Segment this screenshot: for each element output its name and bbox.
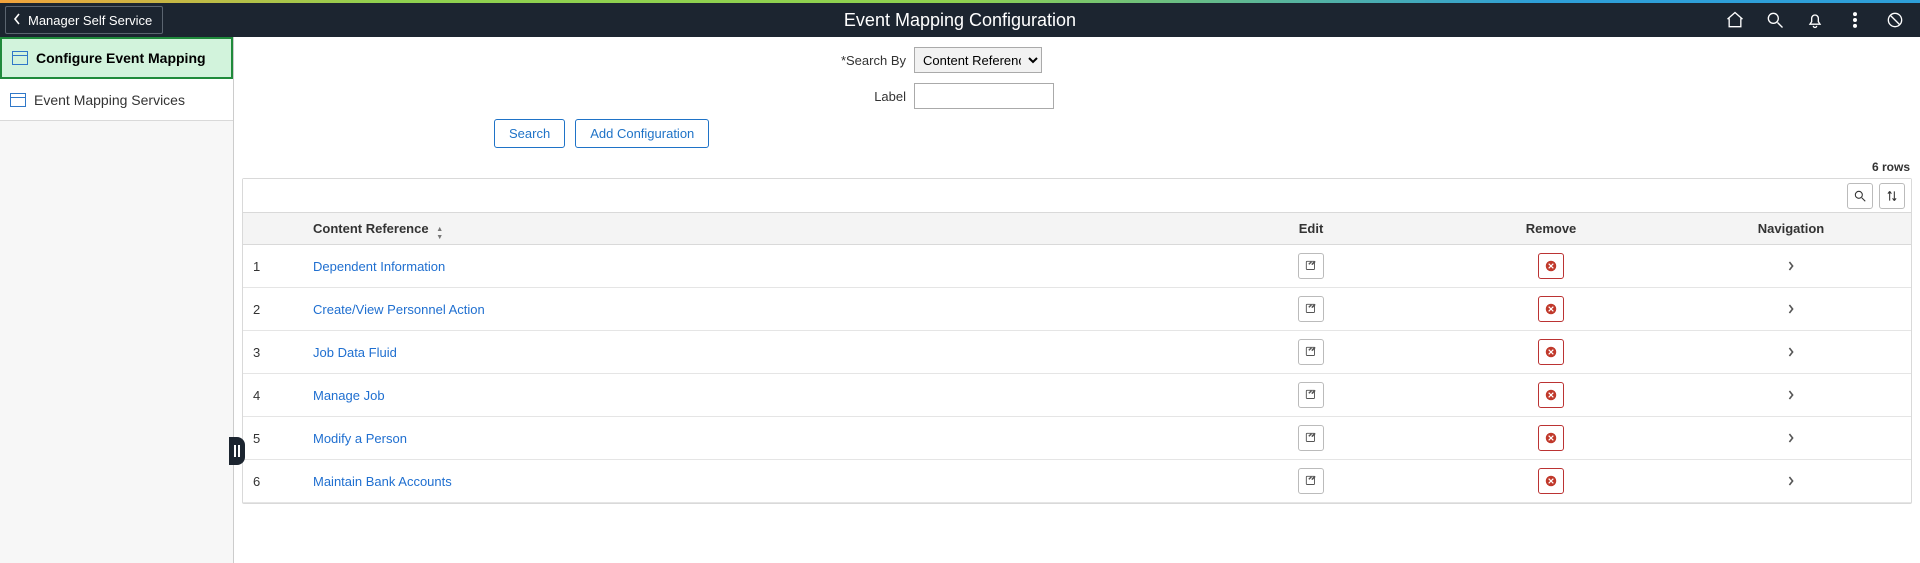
grid-toolbar [243, 179, 1911, 213]
back-button-label: Manager Self Service [28, 13, 152, 28]
header-actions [1724, 9, 1920, 31]
remove-button[interactable] [1538, 339, 1564, 365]
sidebar-item-label: Event Mapping Services [34, 92, 185, 108]
remove-button[interactable] [1538, 296, 1564, 322]
page-icon [12, 51, 28, 65]
search-by-select[interactable]: Content Reference [914, 47, 1042, 73]
search-by-label: *Search By [234, 53, 914, 68]
page-icon [10, 93, 26, 107]
edit-button[interactable] [1298, 468, 1324, 494]
edit-button[interactable] [1298, 339, 1324, 365]
sidebar-item-event-mapping-services[interactable]: Event Mapping Services [0, 79, 233, 121]
edit-button[interactable] [1298, 382, 1324, 408]
row-number: 1 [243, 245, 303, 288]
notifications-icon[interactable] [1804, 9, 1826, 31]
content-reference-link[interactable]: Modify a Person [313, 431, 407, 446]
col-header-rownum [243, 213, 303, 245]
remove-button[interactable] [1538, 425, 1564, 451]
grid-find-button[interactable] [1847, 183, 1873, 209]
table-row: 1 Dependent Information [243, 245, 1911, 288]
row-number: 2 [243, 288, 303, 331]
remove-button[interactable] [1538, 382, 1564, 408]
sidebar-collapse-handle[interactable] [229, 437, 245, 465]
content-reference-link[interactable]: Maintain Bank Accounts [313, 474, 452, 489]
navigate-button[interactable] [1782, 343, 1800, 361]
main-content: *Search By Content Reference Label Searc… [234, 37, 1920, 563]
navigate-button[interactable] [1782, 429, 1800, 447]
table-row: 3 Job Data Fluid [243, 331, 1911, 374]
content-reference-link[interactable]: Job Data Fluid [313, 345, 397, 360]
edit-button[interactable] [1298, 425, 1324, 451]
table-row: 4 Manage Job [243, 374, 1911, 417]
chevron-left-icon [12, 12, 22, 29]
remove-button[interactable] [1538, 468, 1564, 494]
remove-button[interactable] [1538, 253, 1564, 279]
grid-sort-button[interactable] [1879, 183, 1905, 209]
drag-bars-icon [234, 445, 240, 457]
edit-button[interactable] [1298, 296, 1324, 322]
label-input[interactable] [914, 83, 1054, 109]
search-button[interactable]: Search [494, 119, 565, 148]
edit-button[interactable] [1298, 253, 1324, 279]
sidebar: Configure Event Mapping Event Mapping Se… [0, 37, 234, 563]
navigate-button[interactable] [1782, 257, 1800, 275]
unavailable-icon[interactable] [1884, 9, 1906, 31]
more-icon[interactable] [1844, 9, 1866, 31]
table-row: 5 Modify a Person [243, 417, 1911, 460]
page-title: Event Mapping Configuration [844, 10, 1076, 31]
header-bar: Manager Self Service Event Mapping Confi… [0, 3, 1920, 37]
back-button[interactable]: Manager Self Service [5, 6, 163, 34]
content-reference-link[interactable]: Create/View Personnel Action [313, 302, 485, 317]
grid: Content Reference Edit Remove Navigation… [242, 178, 1912, 504]
content-reference-link[interactable]: Dependent Information [313, 259, 445, 274]
row-number: 3 [243, 331, 303, 374]
search-icon[interactable] [1764, 9, 1786, 31]
navigate-button[interactable] [1782, 472, 1800, 490]
add-configuration-button[interactable]: Add Configuration [575, 119, 709, 148]
col-header-navigation: Navigation [1671, 213, 1911, 245]
sidebar-item-label: Configure Event Mapping [36, 50, 206, 66]
row-count: 6 rows [234, 160, 1920, 174]
content-reference-link[interactable]: Manage Job [313, 388, 385, 403]
navigate-button[interactable] [1782, 386, 1800, 404]
col-header-edit: Edit [1191, 213, 1431, 245]
navigate-button[interactable] [1782, 300, 1800, 318]
col-header-remove: Remove [1431, 213, 1671, 245]
sidebar-item-configure-event-mapping[interactable]: Configure Event Mapping [0, 37, 233, 79]
table-row: 6 Maintain Bank Accounts [243, 460, 1911, 503]
row-number: 5 [243, 417, 303, 460]
table-row: 2 Create/View Personnel Action [243, 288, 1911, 331]
col-header-content-reference[interactable]: Content Reference [303, 213, 1191, 245]
home-icon[interactable] [1724, 9, 1746, 31]
label-label: Label [234, 89, 914, 104]
row-number: 6 [243, 460, 303, 503]
row-number: 4 [243, 374, 303, 417]
grid-header-row: Content Reference Edit Remove Navigation [243, 213, 1911, 245]
